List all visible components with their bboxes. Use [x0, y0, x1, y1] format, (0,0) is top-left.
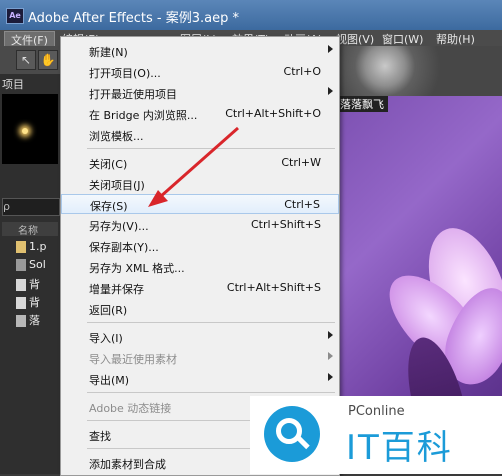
watermark-brand: PConline: [348, 404, 405, 419]
pconline-watermark: PConline IT百科: [250, 396, 502, 474]
magnifier-logo-icon: [264, 406, 320, 462]
watermark-text: IT百科: [346, 428, 453, 468]
